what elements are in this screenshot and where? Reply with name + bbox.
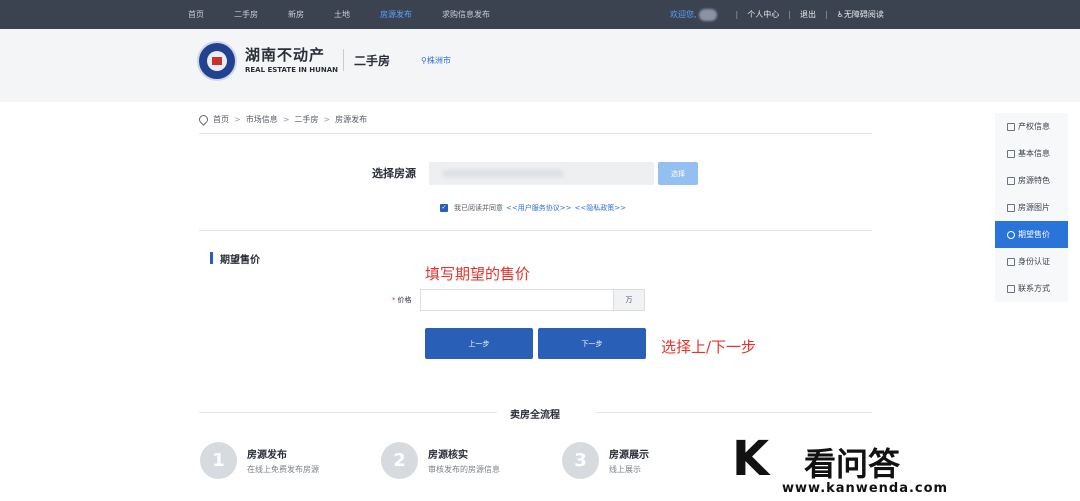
nav-link-home[interactable]: 首页	[188, 9, 204, 20]
rail-item-identity[interactable]: 身份认证	[995, 248, 1068, 275]
header-divider	[343, 49, 344, 71]
privacy-policy-link[interactable]: <<隐私政策>>	[574, 203, 625, 213]
expected-price-title: 期望售价	[220, 254, 260, 266]
price-label-text: 价格	[397, 296, 412, 304]
top-navigation-bar: 首页 二手房 新房 土地 房源发布 求购信息发布 欢迎您, | 个人中心 | 退…	[0, 0, 1080, 29]
city-name: 株洲市	[426, 56, 451, 65]
rail-item-contact[interactable]: 联系方式	[995, 275, 1068, 302]
agreement-row: ✓ 我已阅读并同意 <<用户服务协议>> <<隐私政策>>	[440, 202, 626, 213]
id-card-icon	[1007, 257, 1015, 266]
required-marker: *	[392, 296, 396, 304]
divider	[199, 133, 872, 134]
flow-divider-left	[199, 412, 497, 413]
brand-name-cn: 湖南不动产	[245, 46, 326, 64]
breadcrumb-second-hand[interactable]: 二手房	[294, 114, 318, 125]
annotation-fill-price: 填写期望的售价	[425, 265, 531, 283]
nav-link-land[interactable]: 土地	[334, 9, 350, 20]
personal-center-link[interactable]: 个人中心	[747, 9, 779, 20]
step-title: 房源展示	[609, 450, 649, 461]
step-description: 审核发布的房源信息	[428, 465, 500, 474]
user-agreement-link[interactable]: <<用户服务协议>>	[506, 203, 571, 213]
location-pin-icon	[197, 112, 210, 126]
watermark: K 看问答 www.kanwenda.com	[700, 425, 1080, 501]
previous-step-button[interactable]: 上一步	[425, 328, 533, 359]
next-step-button[interactable]: 下一步	[538, 328, 646, 359]
rail-item-expected-price[interactable]: 期望售价	[995, 221, 1068, 248]
price-input[interactable]	[420, 289, 645, 311]
user-avatar[interactable]	[698, 8, 717, 21]
watermark-edge	[655, 492, 700, 501]
nav-separator: |	[824, 10, 828, 19]
rail-item-label: 期望售价	[1018, 230, 1050, 239]
nav-separator: |	[788, 10, 791, 19]
welcome-text: 欢迎您,	[670, 10, 697, 19]
step-title: 房源核实	[428, 450, 468, 461]
expected-price-heading: 期望售价	[210, 252, 260, 266]
rail-item-label: 基本信息	[1018, 149, 1050, 158]
nav-separator: |	[735, 10, 739, 19]
step-number: 1	[200, 442, 237, 479]
price-unit: 万	[613, 289, 645, 311]
home-icon	[1007, 176, 1015, 185]
rail-item-label: 联系方式	[1018, 284, 1050, 293]
section-title: 二手房	[354, 54, 391, 68]
brand-name-en: REAL ESTATE IN HUNAN	[245, 66, 338, 74]
nav-link-second-hand[interactable]: 二手房	[234, 9, 258, 20]
money-icon	[1007, 230, 1015, 239]
watermark-url: www.kanwenda.com	[782, 481, 949, 496]
agreement-checkbox[interactable]: ✓	[440, 203, 448, 212]
rail-item-label: 产权信息	[1018, 122, 1050, 131]
top-nav-links: 首页 二手房 新房 土地 房源发布 求购信息发布	[188, 0, 520, 29]
breadcrumb-current: 房源发布	[335, 114, 368, 124]
rail-item-label: 房源特色	[1018, 176, 1050, 185]
accessibility-link[interactable]: ♿无障碍阅读	[837, 9, 884, 20]
breadcrumb-home[interactable]: 首页	[213, 114, 229, 125]
rail-item-ownership[interactable]: 产权信息	[995, 113, 1068, 140]
breadcrumb-market-info[interactable]: 市场信息	[246, 114, 278, 125]
rail-item-features[interactable]: 房源特色	[995, 167, 1068, 194]
logo-emblem-icon	[207, 51, 227, 71]
rail-item-images[interactable]: 房源图片	[995, 194, 1068, 221]
rail-item-label: 房源图片	[1018, 203, 1050, 212]
list-icon	[1007, 149, 1015, 158]
agreement-text: 我已阅读并同意	[454, 203, 503, 212]
heading-accent-bar	[210, 252, 213, 264]
breadcrumb-separator: >	[234, 114, 241, 124]
breadcrumb: 首页 > 市场信息 > 二手房 > 房源发布	[197, 112, 368, 126]
site-header	[0, 29, 1080, 102]
rail-item-basic-info[interactable]: 基本信息	[995, 140, 1068, 167]
document-icon	[1007, 122, 1015, 131]
form-section-rail: 产权信息 基本信息 房源特色 房源图片 期望售价 身份认证 联系方式	[995, 113, 1068, 302]
flow-divider-right	[596, 412, 872, 413]
step-description: 在线上免费发布房源	[247, 465, 319, 474]
watermark-name: 看问答	[804, 445, 901, 483]
choose-listing-label: 选择房源	[372, 167, 416, 180]
choose-listing-input[interactable]	[429, 162, 654, 185]
step-title: 房源发布	[247, 450, 287, 461]
top-nav-user-area: 欢迎您, | 个人中心 | 退出 | ♿无障碍阅读	[670, 0, 884, 29]
price-label: * 价格	[392, 295, 412, 305]
divider	[199, 230, 872, 231]
annotation-choose-step: 选择上/下一步	[661, 338, 757, 356]
logout-link[interactable]: 退出	[800, 9, 816, 20]
site-logo[interactable]	[197, 41, 237, 81]
city-selector[interactable]: ⚲株洲市	[421, 55, 451, 66]
breadcrumb-separator: >	[323, 114, 331, 124]
step-number: 3	[562, 442, 599, 479]
nav-link-new-house[interactable]: 新房	[288, 9, 304, 20]
watermark-logo: K	[732, 431, 769, 487]
rail-item-label: 身份认证	[1018, 257, 1050, 266]
step-number: 2	[381, 442, 418, 479]
breadcrumb-separator: >	[282, 114, 290, 124]
choose-listing-button[interactable]: 选择	[658, 162, 698, 185]
nav-link-listing-publish[interactable]: 房源发布	[380, 9, 412, 20]
nav-link-purchase-publish[interactable]: 求购信息发布	[442, 9, 490, 20]
step-description: 线上展示	[609, 465, 641, 474]
phone-icon	[1007, 284, 1015, 293]
image-icon	[1007, 203, 1015, 212]
selling-flow-title: 卖房全流程	[510, 410, 560, 421]
